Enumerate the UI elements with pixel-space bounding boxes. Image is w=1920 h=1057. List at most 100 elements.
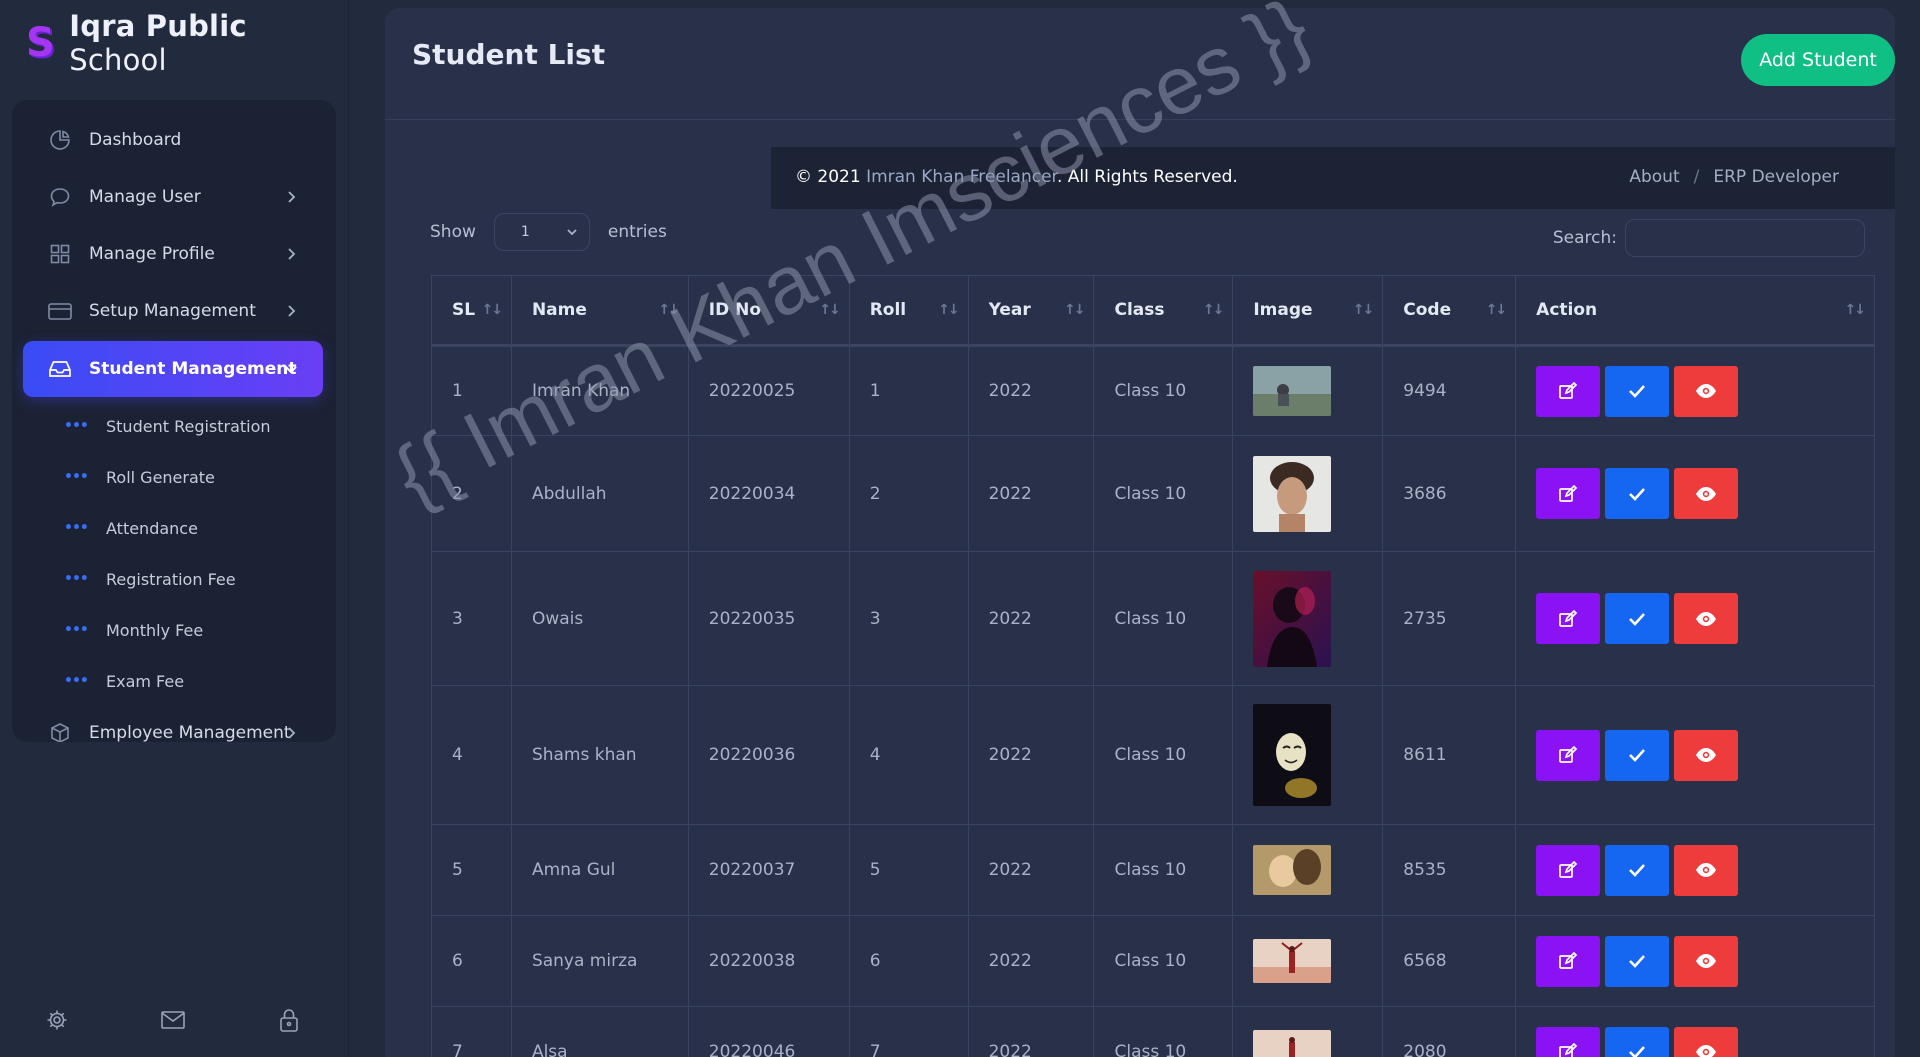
edit-button[interactable] bbox=[1536, 593, 1601, 644]
page-title: Student List bbox=[412, 38, 606, 71]
column-header-label: ID No bbox=[708, 300, 762, 320]
approve-button[interactable] bbox=[1605, 844, 1670, 896]
show-label: Show bbox=[430, 222, 476, 242]
erp-developer-link[interactable]: ERP Developer bbox=[1713, 167, 1839, 187]
sidebar-subitem-roll-generate[interactable]: ••• Roll Generate bbox=[64, 462, 215, 492]
view-button[interactable] bbox=[1674, 593, 1739, 644]
sidebar-nav: Dashboard Manage User Manage Profile Set… bbox=[12, 100, 336, 742]
dots-icon: ••• bbox=[64, 622, 89, 638]
cell-class: Class 10 bbox=[1093, 551, 1234, 686]
cell-name: Imran Khan bbox=[510, 345, 689, 436]
view-button[interactable] bbox=[1674, 365, 1739, 417]
edit-button[interactable] bbox=[1536, 935, 1601, 987]
view-button[interactable] bbox=[1674, 844, 1739, 896]
sidebar-item-manage-profile[interactable]: Manage Profile bbox=[23, 226, 323, 282]
table-row: 4 Shams khan 20220036 4 2022 Class 10 86… bbox=[431, 685, 1875, 825]
column-header-roll[interactable]: Roll ↑↓ bbox=[848, 275, 969, 347]
view-button[interactable] bbox=[1674, 1026, 1739, 1057]
edit-button[interactable] bbox=[1536, 1026, 1601, 1057]
edit-button[interactable] bbox=[1536, 729, 1601, 781]
edit-button[interactable] bbox=[1536, 844, 1601, 896]
search-input[interactable] bbox=[1625, 219, 1865, 257]
column-header-code[interactable]: Code ↑↓ bbox=[1382, 275, 1517, 347]
search-label: Search: bbox=[1552, 228, 1617, 248]
approve-button[interactable] bbox=[1605, 1026, 1670, 1057]
cell-class: Class 10 bbox=[1093, 915, 1234, 1007]
edit-icon bbox=[1559, 1043, 1578, 1057]
column-header-action[interactable]: Action ↑↓ bbox=[1515, 275, 1875, 347]
edit-icon bbox=[1559, 861, 1578, 878]
brand-name-bold: Iqra Public bbox=[69, 9, 247, 43]
sidebar-subitem-attendance[interactable]: ••• Attendance bbox=[64, 513, 198, 543]
sidebar-subitem-monthly-fee[interactable]: ••• Monthly Fee bbox=[64, 615, 203, 645]
sidebar-item-manage-user[interactable]: Manage User bbox=[23, 169, 323, 225]
sidebar-subitem-label: Registration Fee bbox=[106, 569, 236, 589]
eye-icon bbox=[1696, 863, 1717, 877]
cell-year: 2022 bbox=[967, 1006, 1095, 1057]
sidebar-item-employee-management[interactable]: Employee Management bbox=[23, 705, 323, 742]
approve-button[interactable] bbox=[1605, 729, 1670, 781]
credit-card-icon bbox=[47, 298, 73, 324]
about-link[interactable]: About bbox=[1629, 167, 1679, 187]
column-header-id-no[interactable]: ID No ↑↓ bbox=[687, 275, 850, 347]
entries-control: Show 1 entries bbox=[430, 212, 667, 252]
cell-id-no: 20220034 bbox=[687, 435, 850, 552]
column-header-name[interactable]: Name ↑↓ bbox=[510, 275, 689, 347]
cell-image bbox=[1232, 435, 1384, 552]
cell-id-no: 20220036 bbox=[687, 685, 850, 825]
sidebar-subitem-label: Attendance bbox=[106, 518, 198, 538]
approve-button[interactable] bbox=[1605, 593, 1670, 644]
approve-button[interactable] bbox=[1605, 365, 1670, 417]
copyright-link[interactable]: Imran Khan Freelancer bbox=[866, 167, 1057, 187]
column-header-image[interactable]: Image ↑↓ bbox=[1232, 275, 1384, 347]
cell-image bbox=[1232, 685, 1384, 825]
search-control: Search: bbox=[1553, 218, 1865, 258]
sidebar-item-student-management[interactable]: Student Management bbox=[23, 341, 323, 397]
view-button[interactable] bbox=[1674, 935, 1739, 987]
sidebar-item-dashboard[interactable]: Dashboard bbox=[23, 112, 323, 168]
column-header-class[interactable]: Class ↑↓ bbox=[1093, 275, 1234, 347]
cell-roll: 7 bbox=[848, 1006, 969, 1057]
column-header-sl[interactable]: SL ↑↓ bbox=[431, 275, 512, 347]
brand-name-light: School bbox=[69, 43, 167, 77]
cell-image bbox=[1232, 345, 1384, 436]
lock-icon[interactable] bbox=[274, 1005, 304, 1035]
row-actions bbox=[1536, 593, 1874, 644]
sidebar-subitem-exam-fee[interactable]: ••• Exam Fee bbox=[64, 666, 184, 696]
edit-button[interactable] bbox=[1536, 365, 1601, 417]
main-content: Student List Add Student © 2021 Imran Kh… bbox=[385, 8, 1895, 1057]
view-button[interactable] bbox=[1674, 468, 1739, 519]
student-photo bbox=[1253, 570, 1332, 667]
dots-icon: ••• bbox=[64, 469, 89, 485]
edit-button[interactable] bbox=[1536, 468, 1601, 519]
eye-icon bbox=[1696, 1045, 1717, 1057]
sidebar-subitem-registration-fee[interactable]: ••• Registration Fee bbox=[64, 564, 236, 594]
sidebar-item-setup-management[interactable]: Setup Management bbox=[23, 283, 323, 339]
entries-select[interactable]: 1 bbox=[493, 213, 590, 251]
view-button[interactable] bbox=[1674, 729, 1739, 781]
column-header-year[interactable]: Year ↑↓ bbox=[967, 275, 1095, 347]
sidebar-item-label: Manage User bbox=[89, 187, 201, 207]
cell-sl: 5 bbox=[431, 824, 512, 916]
eye-icon bbox=[1696, 611, 1717, 626]
sidebar-subitem-student-registration[interactable]: ••• Student Registration bbox=[64, 411, 271, 441]
student-photo bbox=[1253, 366, 1332, 416]
cell-image bbox=[1232, 551, 1384, 686]
settings-icon[interactable] bbox=[42, 1005, 72, 1035]
cell-id-no: 20220037 bbox=[687, 824, 850, 916]
cell-class: Class 10 bbox=[1093, 685, 1234, 825]
approve-button[interactable] bbox=[1605, 935, 1670, 987]
approve-button[interactable] bbox=[1605, 468, 1670, 519]
page-header: Student List Add Student bbox=[385, 8, 1895, 120]
sort-icon: ↑↓ bbox=[481, 302, 503, 318]
student-photo bbox=[1253, 1030, 1332, 1057]
mail-icon[interactable] bbox=[158, 1005, 188, 1035]
brand[interactable]: S Iqra Public School bbox=[26, 9, 348, 77]
add-student-button[interactable]: Add Student bbox=[1741, 34, 1895, 86]
cell-year: 2022 bbox=[967, 685, 1095, 825]
cell-roll: 4 bbox=[848, 685, 969, 825]
column-header-label: SL bbox=[452, 300, 476, 320]
cell-code: 8535 bbox=[1382, 824, 1517, 916]
dots-icon: ••• bbox=[64, 520, 89, 536]
check-icon bbox=[1629, 385, 1646, 398]
